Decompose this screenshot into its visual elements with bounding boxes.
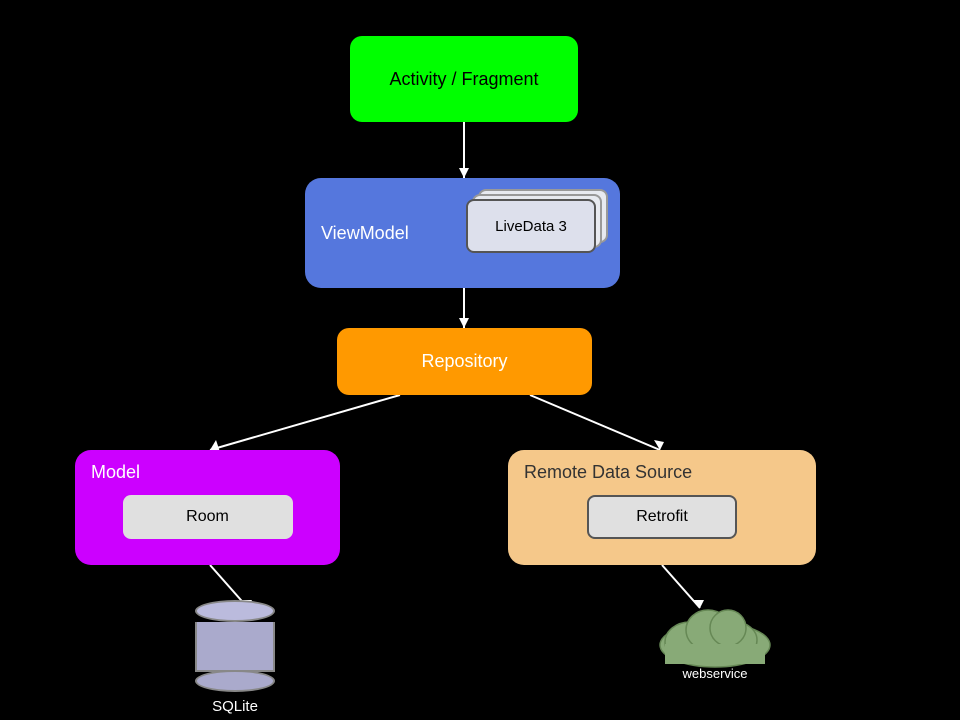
diagram-container: Activity / Fragment ViewModel LiveData 3… [0,0,960,720]
webservice-container: webservice [650,600,780,681]
model-label: Model [91,462,140,483]
sqlite-label: SQLite [212,698,258,715]
livedata-card-front: LiveData 3 [466,199,596,253]
remote-data-source-box: Remote Data Source Retrofit [508,450,816,565]
activity-fragment-box: Activity / Fragment [350,36,578,122]
sqlite-cylinder [195,600,275,694]
repository-box: Repository [337,328,592,395]
viewmodel-label: ViewModel [321,223,409,244]
retrofit-label: Retrofit [636,508,688,526]
retrofit-card: Retrofit [587,495,737,539]
model-box: Model Room [75,450,340,565]
cylinder-body [195,622,275,672]
room-label: Room [186,508,229,526]
livedata-label: LiveData 3 [495,218,567,235]
repository-label: Repository [421,351,507,372]
activity-fragment-label: Activity / Fragment [389,69,538,90]
cloud-svg [650,600,780,670]
viewmodel-box: ViewModel LiveData 3 [305,178,620,288]
cloud-shape [650,600,780,670]
cylinder-top [195,600,275,622]
room-card: Room [123,495,293,539]
livedata-stack: LiveData 3 [464,199,604,267]
remote-data-source-label: Remote Data Source [524,462,692,483]
cylinder-bottom [195,670,275,692]
sqlite-container: SQLite [195,600,275,715]
